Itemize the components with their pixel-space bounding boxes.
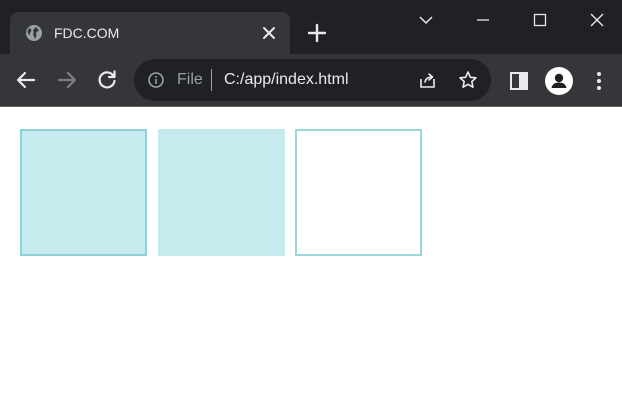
scheme-label: File [177, 71, 203, 88]
filled-bordered-box [20, 129, 147, 256]
info-icon[interactable] [148, 72, 164, 88]
tab-title: FDC.COM [54, 25, 120, 41]
close-icon[interactable] [261, 25, 277, 41]
close-window-icon[interactable] [572, 0, 622, 38]
plus-icon[interactable] [306, 22, 328, 44]
address-bar[interactable]: File C:/app/index.html [134, 59, 491, 101]
page-content [0, 107, 622, 409]
outlined-box [295, 129, 422, 256]
person-icon[interactable] [545, 67, 573, 95]
share-icon[interactable] [418, 70, 438, 90]
browser-tab[interactable]: FDC.COM [10, 12, 290, 54]
globe-icon [25, 24, 43, 42]
browser-title-bar: FDC.COM [0, 0, 622, 54]
reload-icon[interactable] [95, 68, 119, 92]
forward-arrow-icon[interactable] [55, 68, 79, 92]
minimize-icon[interactable] [458, 0, 508, 38]
star-icon[interactable] [458, 70, 478, 90]
chevron-down-icon[interactable] [401, 0, 451, 38]
url-text[interactable]: C:/app/index.html [224, 71, 349, 89]
maximize-icon[interactable] [515, 0, 565, 38]
back-arrow-icon[interactable] [14, 68, 38, 92]
side-panel-icon[interactable] [507, 69, 531, 93]
filled-box [158, 129, 285, 256]
address-separator [211, 69, 212, 91]
kebab-menu-icon[interactable] [587, 69, 611, 93]
